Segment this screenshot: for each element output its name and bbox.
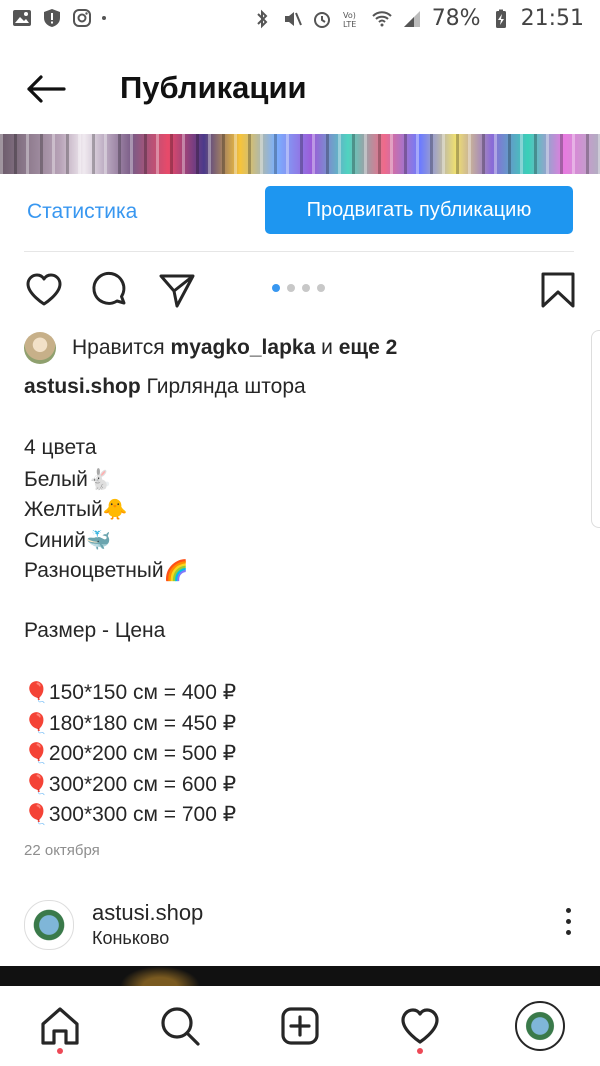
color-emoji-icon: 🌈 bbox=[163, 558, 189, 582]
color-option: Желтый🐥 bbox=[24, 494, 584, 525]
volte-icon: Vo)LTE bbox=[343, 11, 356, 29]
color-option: Белый🐇 bbox=[24, 464, 584, 495]
notification-dot-icon bbox=[102, 16, 106, 20]
color-emoji-icon: 🐳 bbox=[85, 527, 111, 552]
svg-text:LTE: LTE bbox=[343, 20, 356, 29]
promote-post-button[interactable]: Продвигать публикацию bbox=[265, 186, 573, 234]
svg-text:Vo): Vo) bbox=[343, 11, 356, 20]
profile-avatar[interactable] bbox=[515, 1001, 565, 1051]
comment-icon[interactable] bbox=[90, 270, 130, 310]
color-name: Синий bbox=[24, 528, 86, 552]
balloon-icon: 🎈 bbox=[24, 680, 49, 704]
balloon-icon: 🎈 bbox=[24, 771, 49, 796]
clock: 21:51 bbox=[520, 6, 584, 31]
carousel-indicator bbox=[272, 284, 325, 292]
balloon-icon: 🎈 bbox=[24, 802, 49, 826]
color-emoji-icon: 🐇 bbox=[87, 466, 113, 491]
status-bar: Vo) LTE 78% 21:51 bbox=[0, 0, 600, 40]
bookmark-icon[interactable] bbox=[538, 270, 578, 310]
carousel-dot bbox=[317, 284, 325, 292]
next-post-image[interactable] bbox=[0, 966, 600, 986]
heart-icon[interactable] bbox=[24, 270, 64, 310]
wifi-icon bbox=[371, 10, 392, 26]
colors-heading: 4 цвета bbox=[24, 436, 97, 459]
color-name: Белый bbox=[24, 467, 88, 491]
next-post-location[interactable]: Коньково bbox=[92, 928, 169, 949]
price-line: 🎈200*200 см = 500 ₽ bbox=[24, 738, 584, 769]
shield-icon bbox=[44, 9, 60, 27]
next-post-header: astusi.shop Коньково bbox=[24, 898, 584, 950]
activity-notification-dot bbox=[417, 1048, 423, 1054]
activity-heart-icon[interactable] bbox=[398, 1004, 442, 1048]
liker-avatar bbox=[24, 332, 56, 364]
post-caption: astusi.shop Гирлянда штора 4 цвета Белый… bbox=[24, 372, 584, 830]
price-text: 180*180 см = 450 ₽ bbox=[48, 711, 237, 735]
likes-connector: и bbox=[321, 336, 333, 359]
signal-icon bbox=[403, 10, 420, 27]
statistics-link[interactable]: Статистика bbox=[27, 200, 137, 224]
bottom-navigation bbox=[0, 986, 600, 1066]
color-option: Разноцветный🌈 bbox=[24, 555, 584, 586]
battery-percent: 78% bbox=[431, 6, 481, 31]
next-post-username[interactable]: astusi.shop bbox=[92, 900, 203, 926]
gallery-icon bbox=[13, 10, 31, 26]
home-icon[interactable] bbox=[38, 1004, 82, 1048]
instagram-icon bbox=[73, 9, 91, 27]
balloon-icon: 🎈 bbox=[24, 710, 49, 735]
status-right-icons: Vo) LTE 78% 21:51 bbox=[252, 6, 584, 31]
battery-charging-icon bbox=[495, 9, 506, 28]
post-image[interactable] bbox=[0, 134, 600, 174]
search-icon[interactable] bbox=[158, 1004, 202, 1048]
send-icon[interactable] bbox=[157, 270, 197, 310]
price-text: 200*200 см = 500 ₽ bbox=[48, 742, 237, 765]
size-heading: Размер - Цена bbox=[24, 619, 166, 642]
color-name: Желтый bbox=[24, 498, 103, 521]
alarm-icon bbox=[313, 11, 330, 28]
price-line: 🎈180*180 см = 450 ₽ bbox=[24, 708, 584, 739]
bluetooth-icon bbox=[256, 9, 268, 28]
caption-username[interactable]: astusi.shop bbox=[24, 375, 141, 398]
arrow-left-icon[interactable] bbox=[24, 74, 68, 104]
liker-username[interactable]: myagko_lapka bbox=[171, 336, 316, 360]
price-line: 🎈300*200 см = 600 ₽ bbox=[24, 769, 584, 800]
color-emoji-icon: 🐥 bbox=[102, 497, 128, 521]
caption-title: Гирлянда штора bbox=[146, 375, 306, 398]
post-date: 22 октября bbox=[24, 842, 100, 859]
likes-more[interactable]: еще 2 bbox=[339, 336, 398, 360]
carousel-dot bbox=[287, 284, 295, 292]
status-left-icons bbox=[12, 8, 106, 28]
mute-icon bbox=[284, 11, 302, 26]
page-title: Публикации bbox=[120, 70, 307, 105]
more-options-icon[interactable] bbox=[558, 908, 578, 940]
divider bbox=[24, 251, 574, 252]
likes-summary[interactable]: Нравится myagko_lapka и еще 2 bbox=[24, 332, 397, 364]
edge-panel-handle[interactable] bbox=[591, 330, 600, 528]
post-image-lights bbox=[0, 134, 600, 174]
carousel-dot bbox=[272, 284, 280, 292]
color-name: Разноцветный bbox=[24, 559, 164, 582]
price-text: 150*150 см = 400 ₽ bbox=[48, 681, 237, 704]
home-notification-dot bbox=[57, 1048, 63, 1054]
price-line: 🎈150*150 см = 400 ₽ bbox=[24, 677, 584, 708]
color-option: Синий🐳 bbox=[24, 525, 584, 556]
price-text: 300*200 см = 600 ₽ bbox=[48, 772, 237, 796]
likes-prefix: Нравится bbox=[72, 336, 165, 359]
top-app-bar: Публикации bbox=[0, 56, 600, 122]
price-line: 🎈300*300 см = 700 ₽ bbox=[24, 799, 584, 830]
shop-avatar[interactable] bbox=[24, 900, 74, 950]
price-text: 300*300 см = 700 ₽ bbox=[48, 803, 237, 826]
balloon-icon: 🎈 bbox=[24, 741, 49, 765]
carousel-dot bbox=[302, 284, 310, 292]
add-post-icon[interactable] bbox=[278, 1004, 322, 1048]
